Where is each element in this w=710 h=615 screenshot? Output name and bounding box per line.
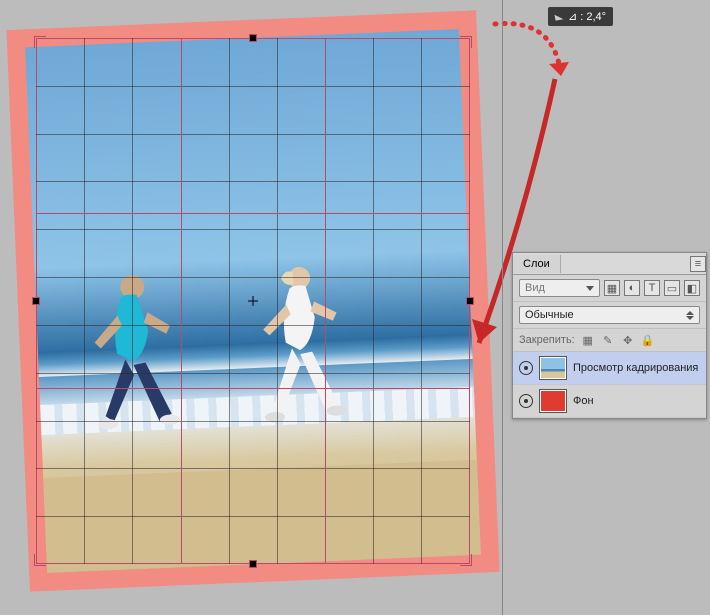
chevron-down-icon <box>586 286 594 291</box>
crop-center-icon <box>248 296 258 306</box>
layer-thumbnail[interactable] <box>539 356 567 380</box>
lock-pixels-icon[interactable]: ✎ <box>601 333 615 347</box>
layer-row[interactable]: Просмотр кадрирования <box>513 352 706 385</box>
canvas-area[interactable] <box>0 0 502 615</box>
stepper-icon <box>686 311 694 320</box>
panel-tab-layers[interactable]: Слои <box>513 255 561 273</box>
filter-adjust-icon[interactable]: ◐ <box>624 280 640 296</box>
layer-thumbnail[interactable] <box>539 389 567 413</box>
panel-menu-icon[interactable]: ≡ <box>690 256 706 272</box>
lock-label: Закрепить: <box>519 334 575 346</box>
crop-handle-bl[interactable] <box>34 554 46 566</box>
crop-handle-tr[interactable] <box>460 36 472 48</box>
lock-position-icon[interactable]: ✥ <box>621 333 635 347</box>
crop-handle-br[interactable] <box>460 554 472 566</box>
blend-mode-value: Обычные <box>525 309 574 321</box>
lock-all-icon[interactable]: 🔒 <box>641 333 655 347</box>
crop-frame[interactable] <box>36 38 470 564</box>
visibility-toggle[interactable] <box>519 394 533 408</box>
layer-row[interactable]: Фон <box>513 385 706 418</box>
layer-kind-select[interactable]: Вид <box>519 279 600 297</box>
crop-handle-t[interactable] <box>249 34 257 42</box>
layer-name[interactable]: Просмотр кадрирования <box>573 362 700 374</box>
layers-list: Просмотр кадрирования Фон <box>513 352 706 418</box>
filter-shape-icon[interactable]: ▭ <box>664 280 680 296</box>
crop-handle-tl[interactable] <box>34 36 46 48</box>
visibility-toggle[interactable] <box>519 361 533 375</box>
panel-divider <box>502 0 503 615</box>
filter-smart-icon[interactable]: ◧ <box>684 280 700 296</box>
kind-placeholder: Вид <box>525 282 545 294</box>
filter-type-icon[interactable]: T <box>644 280 660 296</box>
layers-panel: Слои ≡ Вид ▦ ◐ T ▭ ◧ Обычные Закрепить: … <box>512 252 707 419</box>
lock-transparency-icon[interactable]: ▦ <box>581 333 595 347</box>
layer-name[interactable]: Фон <box>573 395 700 407</box>
blend-mode-select[interactable]: Обычные <box>519 306 700 324</box>
filter-pixel-icon[interactable]: ▦ <box>604 280 620 296</box>
panel-title: Слои <box>523 258 550 270</box>
crop-handle-b[interactable] <box>249 560 257 568</box>
crop-handle-l[interactable] <box>32 297 40 305</box>
